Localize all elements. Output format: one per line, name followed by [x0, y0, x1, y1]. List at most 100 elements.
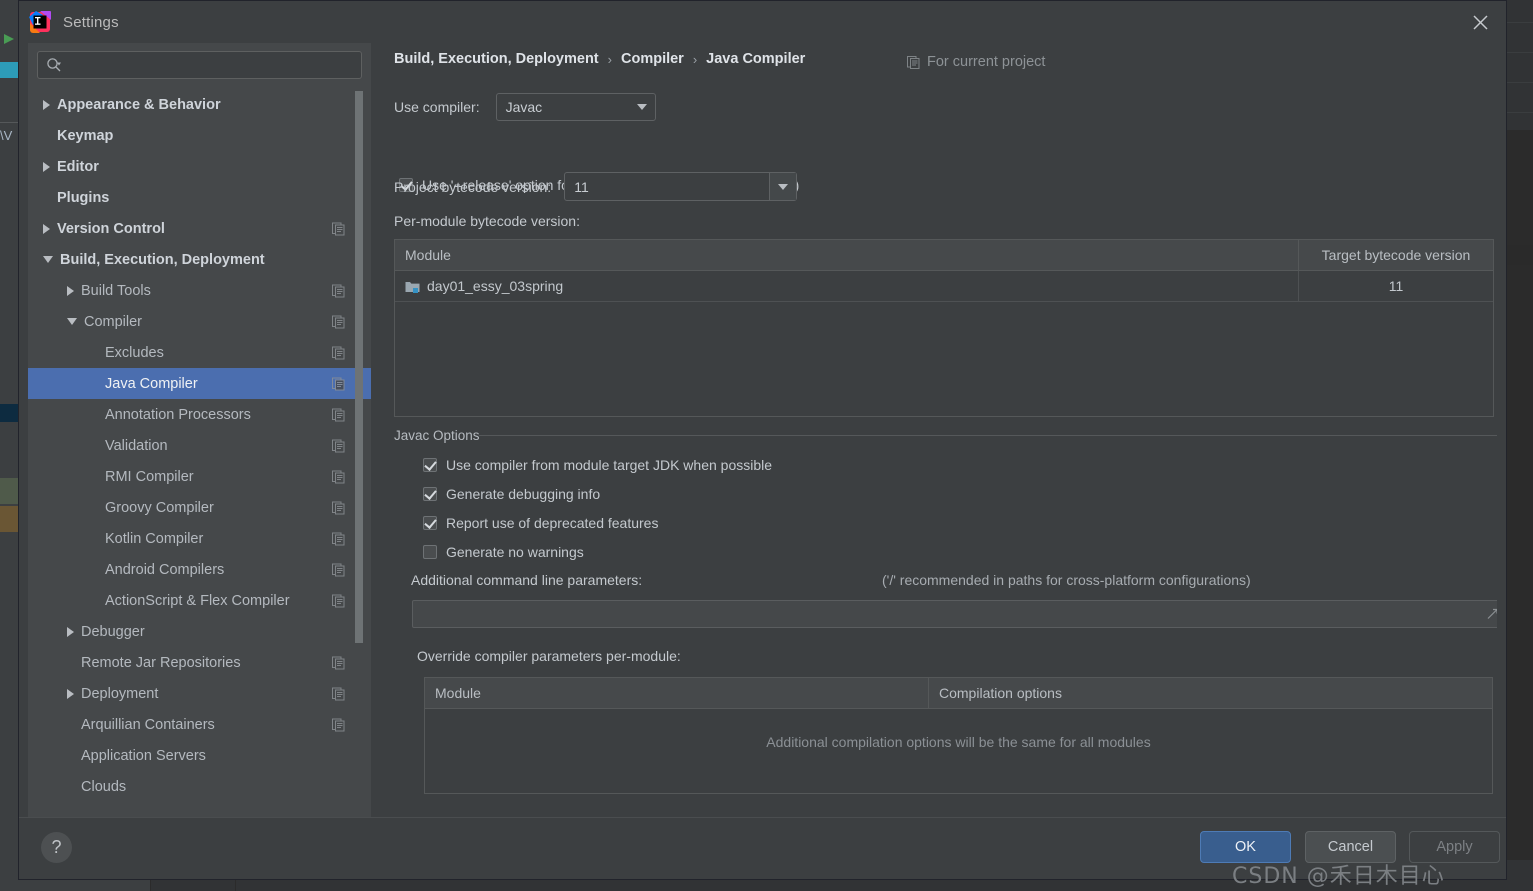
ide-green-marker [0, 478, 18, 504]
expand-editor-icon[interactable] [1486, 608, 1497, 621]
use-compiler-select[interactable]: Javac [496, 93, 656, 121]
ide-brown-marker [0, 506, 18, 532]
chevron-down-icon[interactable] [67, 318, 77, 325]
column-header-module[interactable]: Module [425, 678, 928, 708]
chevron-down-icon[interactable] [629, 94, 655, 120]
override-compiler-params-table[interactable]: Module Compilation options Additional co… [424, 677, 1493, 794]
use-compiler-value: Javac [497, 99, 629, 115]
ide-left-toolwindow-strip: \V [0, 0, 18, 891]
sidebar-item-remote-jar-repositories[interactable]: Remote Jar Repositories [28, 647, 371, 678]
sidebar-item-arquillian-containers[interactable]: Arquillian Containers [28, 709, 371, 740]
sidebar-item-label: Clouds [81, 779, 126, 795]
project-scope-icon [332, 687, 345, 700]
javac-option-deprecated-features[interactable]: Report use of deprecated features [423, 515, 658, 531]
javac-option-label: Generate debugging info [446, 486, 600, 502]
project-scope-icon [332, 408, 345, 421]
cell-module-name: day01_essy_03spring [395, 271, 1298, 301]
settings-sidebar: Appearance & Behavior Keymap EditorPlugins… [28, 43, 371, 818]
sidebar-item-label: Keymap [57, 128, 113, 144]
sidebar-item-appearance-behavior[interactable]: Appearance & Behavior [28, 89, 371, 120]
table-row[interactable]: day01_essy_03spring 11 [395, 271, 1493, 302]
chevron-right-icon[interactable] [67, 286, 74, 296]
sidebar-item-java-compiler[interactable]: Java Compiler [28, 368, 371, 399]
chevron-right-icon[interactable] [43, 224, 50, 234]
add-module-button[interactable]: + [1496, 241, 1497, 267]
chevron-down-icon[interactable] [43, 256, 53, 263]
project-scope-icon [332, 563, 345, 576]
table-header: Module Target bytecode version [395, 240, 1493, 271]
sidebar-item-compiler[interactable]: Compiler [28, 306, 371, 337]
dialog-title: Settings [63, 14, 119, 31]
javac-option-use-module-jdk[interactable]: Use compiler from module target JDK when… [423, 457, 772, 473]
ide-text-fragment: \V [0, 128, 18, 150]
cell-target-bytecode[interactable]: 11 [1298, 271, 1493, 301]
sidebar-item-editor[interactable]: Editor [28, 151, 371, 182]
javac-option-debugging-info[interactable]: Generate debugging info [423, 486, 600, 502]
chevron-right-icon[interactable] [43, 100, 50, 110]
sidebar-item-label: Application Servers [81, 748, 206, 764]
sidebar-item-label: Validation [105, 438, 168, 454]
sidebar-item-groovy-compiler[interactable]: Groovy Compiler [28, 492, 371, 523]
sidebar-item-application-servers[interactable]: Application Servers [28, 740, 371, 771]
remove-override-button[interactable]: − [1496, 705, 1497, 731]
column-header-compilation-options[interactable]: Compilation options [928, 678, 1492, 708]
additional-params-input[interactable] [412, 600, 1497, 628]
ide-run-icon [0, 32, 18, 46]
sidebar-item-deployment[interactable]: Deployment [28, 678, 371, 709]
column-header-target-bytecode[interactable]: Target bytecode version [1298, 240, 1493, 270]
table-header: Module Compilation options [425, 678, 1492, 709]
column-header-module[interactable]: Module [395, 240, 1298, 270]
breadcrumb-item-0[interactable]: Build, Execution, Deployment [394, 51, 599, 67]
chevron-right-icon[interactable] [43, 162, 50, 172]
watermark: CSDN @禾日木目心 [1232, 858, 1445, 890]
sidebar-item-keymap[interactable]: Keymap [28, 120, 371, 151]
sidebar-item-annotation-processors[interactable]: Annotation Processors [28, 399, 371, 430]
additional-params-label: Additional command line parameters: [411, 572, 642, 588]
javac-option-label: Use compiler from module target JDK when… [446, 457, 772, 473]
project-scope-icon [332, 439, 345, 452]
sidebar-item-plugins[interactable]: Plugins [28, 182, 371, 213]
sidebar-scrollbar-thumb[interactable] [355, 91, 363, 643]
add-override-button[interactable]: + [1496, 679, 1497, 705]
sidebar-item-rmi-compiler[interactable]: RMI Compiler [28, 461, 371, 492]
project-bytecode-label: Project bytecode version: [394, 179, 551, 195]
chevron-down-icon[interactable] [769, 173, 796, 200]
sidebar-item-kotlin-compiler[interactable]: Kotlin Compiler [28, 523, 371, 554]
breadcrumb-item-1[interactable]: Compiler [621, 51, 684, 67]
help-button[interactable]: ? [41, 832, 72, 863]
search-input[interactable] [66, 57, 353, 74]
sidebar-item-validation[interactable]: Validation [28, 430, 371, 461]
sidebar-item-clouds[interactable]: Clouds [28, 771, 371, 802]
chevron-right-icon[interactable] [67, 689, 74, 699]
sidebar-item-debugger[interactable]: Debugger [28, 616, 371, 647]
javac-option-no-warnings[interactable]: Generate no warnings [423, 544, 584, 560]
sidebar-item-build-tools[interactable]: Build Tools [28, 275, 371, 306]
checkbox-indicator [423, 516, 437, 530]
sidebar-item-version-control[interactable]: Version Control [28, 213, 371, 244]
sidebar-item-actionscript-flex-compiler[interactable]: ActionScript & Flex Compiler [28, 585, 371, 616]
javac-option-label: Generate no warnings [446, 544, 584, 560]
project-bytecode-row: Project bytecode version: 11 [394, 172, 797, 201]
project-bytecode-select[interactable]: 11 [564, 172, 797, 201]
sidebar-item-label: Deployment [81, 686, 158, 702]
checkbox-indicator [423, 487, 437, 501]
remove-module-button[interactable]: − [1496, 267, 1497, 293]
chevron-right-icon[interactable] [67, 627, 74, 637]
sidebar-item-label: Remote Jar Repositories [81, 655, 241, 671]
sidebar-item-android-compilers[interactable]: Android Compilers [28, 554, 371, 585]
sidebar-item-label: Appearance & Behavior [57, 97, 221, 113]
sidebar-item-label: Excludes [105, 345, 164, 361]
settings-tree: Appearance & Behavior Keymap EditorPlugins… [28, 89, 371, 818]
sidebar-item-build-execution-deployment[interactable]: Build, Execution, Deployment [28, 244, 371, 275]
sidebar-item-label: Kotlin Compiler [105, 531, 203, 547]
dialog-titlebar: Settings [19, 1, 1506, 43]
search-box[interactable] [37, 51, 362, 79]
breadcrumb-separator: › [608, 52, 612, 67]
project-scope-icon [332, 532, 345, 545]
close-icon[interactable] [1464, 7, 1496, 37]
project-scope-icon [332, 718, 345, 731]
sidebar-item-excludes[interactable]: Excludes [28, 337, 371, 368]
sidebar-item-label: Java Compiler [105, 376, 198, 392]
per-module-bytecode-table[interactable]: Module Target bytecode version day01_ [394, 239, 1494, 417]
project-scope-icon [907, 56, 920, 69]
